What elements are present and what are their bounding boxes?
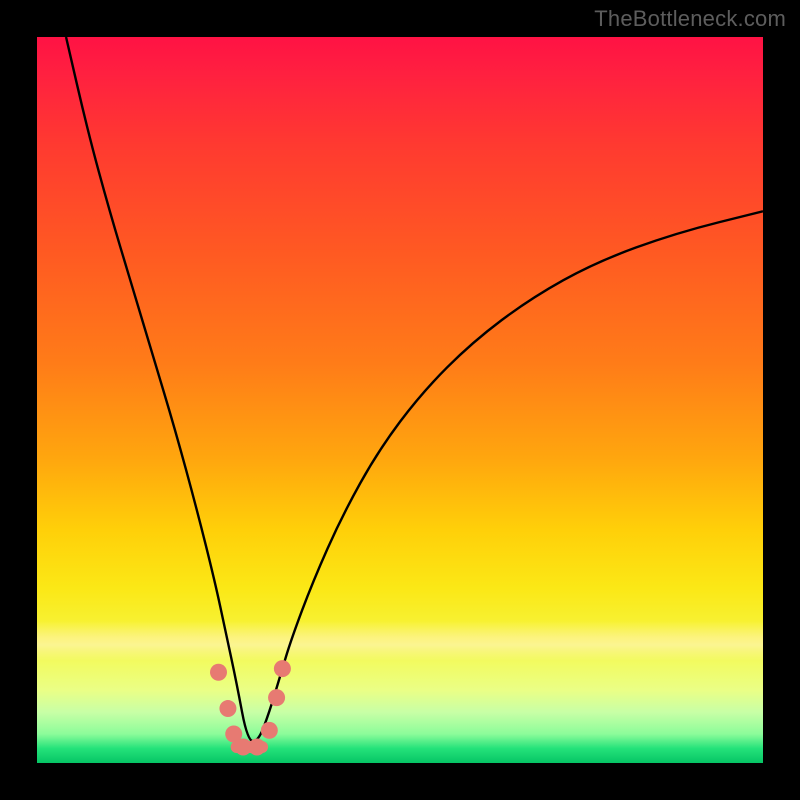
- plot-area: [37, 37, 763, 763]
- curve-marker: [248, 739, 265, 756]
- bottleneck-curve: [66, 37, 763, 741]
- watermark-text: TheBottleneck.com: [594, 6, 786, 32]
- curve-layer: [37, 37, 763, 763]
- curve-marker: [274, 660, 291, 677]
- curve-marker: [268, 689, 285, 706]
- curve-marker: [261, 722, 278, 739]
- curve-marker: [210, 664, 227, 681]
- curve-marker: [219, 700, 236, 717]
- chart-frame: TheBottleneck.com: [0, 0, 800, 800]
